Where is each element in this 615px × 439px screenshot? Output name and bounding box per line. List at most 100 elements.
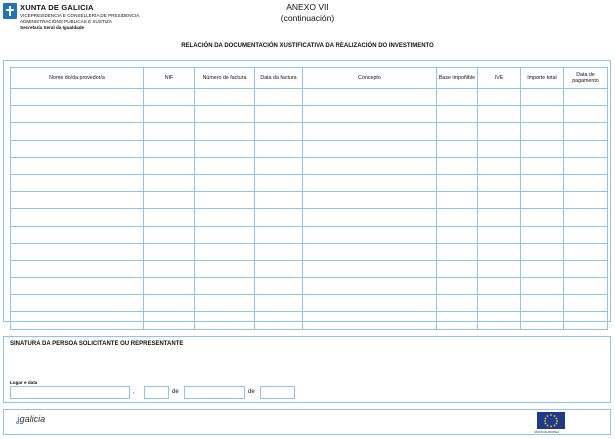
table-cell[interactable] (10, 191, 144, 210)
table-cell[interactable] (254, 277, 303, 296)
table-cell[interactable] (477, 242, 521, 261)
table-cell[interactable] (302, 191, 437, 210)
table-cell[interactable] (436, 173, 478, 193)
table-cell[interactable] (436, 122, 478, 141)
table-cell[interactable] (10, 173, 144, 193)
table-cell[interactable] (302, 105, 437, 124)
table-cell[interactable] (520, 311, 564, 330)
table-cell[interactable] (436, 294, 478, 313)
table-cell[interactable] (254, 242, 303, 261)
table-cell[interactable] (10, 122, 144, 141)
table-cell[interactable] (194, 191, 255, 210)
table-cell[interactable] (563, 208, 608, 227)
month-field[interactable] (184, 386, 245, 399)
table-cell[interactable] (254, 156, 303, 175)
table-cell[interactable] (143, 208, 195, 227)
table-cell[interactable] (194, 225, 255, 244)
table-cell[interactable] (254, 259, 303, 279)
table-cell[interactable] (10, 87, 144, 107)
table-cell[interactable] (436, 277, 478, 296)
table-cell[interactable] (143, 259, 195, 279)
table-cell[interactable] (302, 87, 437, 107)
table-cell[interactable] (143, 139, 195, 158)
table-cell[interactable] (143, 242, 195, 261)
table-cell[interactable] (10, 139, 144, 158)
table-cell[interactable] (10, 156, 144, 175)
table-cell[interactable] (194, 122, 255, 141)
table-cell[interactable] (194, 277, 255, 296)
table-cell[interactable] (194, 87, 255, 107)
table-cell[interactable] (302, 259, 437, 279)
table-cell[interactable] (436, 139, 478, 158)
table-cell[interactable] (520, 122, 564, 141)
table-cell[interactable] (302, 277, 437, 296)
table-cell[interactable] (563, 173, 608, 193)
table-cell[interactable] (520, 208, 564, 227)
table-cell[interactable] (563, 105, 608, 124)
table-cell[interactable] (194, 294, 255, 313)
table-cell[interactable] (254, 208, 303, 227)
table-cell[interactable] (520, 242, 564, 261)
table-cell[interactable] (143, 191, 195, 210)
day-field[interactable] (144, 386, 169, 399)
table-cell[interactable] (302, 156, 437, 175)
table-cell[interactable] (194, 242, 255, 261)
table-cell[interactable] (436, 225, 478, 244)
table-cell[interactable] (10, 208, 144, 227)
table-cell[interactable] (477, 294, 521, 313)
table-cell[interactable] (477, 191, 521, 210)
table-cell[interactable] (477, 208, 521, 227)
table-cell[interactable] (194, 259, 255, 279)
table-cell[interactable] (194, 173, 255, 193)
table-cell[interactable] (520, 87, 564, 107)
table-cell[interactable] (194, 311, 255, 330)
table-cell[interactable] (477, 173, 521, 193)
table-cell[interactable] (477, 259, 521, 279)
table-cell[interactable] (563, 259, 608, 279)
table-cell[interactable] (254, 173, 303, 193)
table-cell[interactable] (194, 156, 255, 175)
table-cell[interactable] (436, 105, 478, 124)
table-cell[interactable] (563, 242, 608, 261)
table-cell[interactable] (563, 139, 608, 158)
table-cell[interactable] (563, 156, 608, 175)
table-cell[interactable] (302, 225, 437, 244)
table-cell[interactable] (254, 311, 303, 330)
table-cell[interactable] (302, 242, 437, 261)
table-cell[interactable] (254, 122, 303, 141)
table-cell[interactable] (520, 225, 564, 244)
table-cell[interactable] (520, 139, 564, 158)
table-cell[interactable] (477, 139, 521, 158)
table-cell[interactable] (143, 277, 195, 296)
table-cell[interactable] (302, 311, 437, 330)
year-field[interactable] (260, 386, 295, 399)
table-cell[interactable] (477, 122, 521, 141)
table-cell[interactable] (10, 259, 144, 279)
table-cell[interactable] (520, 294, 564, 313)
table-cell[interactable] (254, 139, 303, 158)
table-cell[interactable] (254, 225, 303, 244)
table-cell[interactable] (143, 156, 195, 175)
table-cell[interactable] (143, 311, 195, 330)
table-cell[interactable] (436, 87, 478, 107)
table-cell[interactable] (302, 208, 437, 227)
table-cell[interactable] (563, 277, 608, 296)
table-cell[interactable] (477, 277, 521, 296)
table-cell[interactable] (436, 191, 478, 210)
table-cell[interactable] (10, 277, 144, 296)
table-cell[interactable] (436, 156, 478, 175)
table-cell[interactable] (436, 259, 478, 279)
table-cell[interactable] (254, 191, 303, 210)
table-cell[interactable] (477, 105, 521, 124)
table-cell[interactable] (520, 259, 564, 279)
table-cell[interactable] (520, 191, 564, 210)
table-cell[interactable] (194, 139, 255, 158)
table-cell[interactable] (477, 225, 521, 244)
table-cell[interactable] (520, 173, 564, 193)
table-cell[interactable] (254, 87, 303, 107)
table-cell[interactable] (477, 311, 521, 330)
table-cell[interactable] (254, 105, 303, 124)
table-cell[interactable] (302, 173, 437, 193)
table-cell[interactable] (302, 294, 437, 313)
table-cell[interactable] (302, 139, 437, 158)
